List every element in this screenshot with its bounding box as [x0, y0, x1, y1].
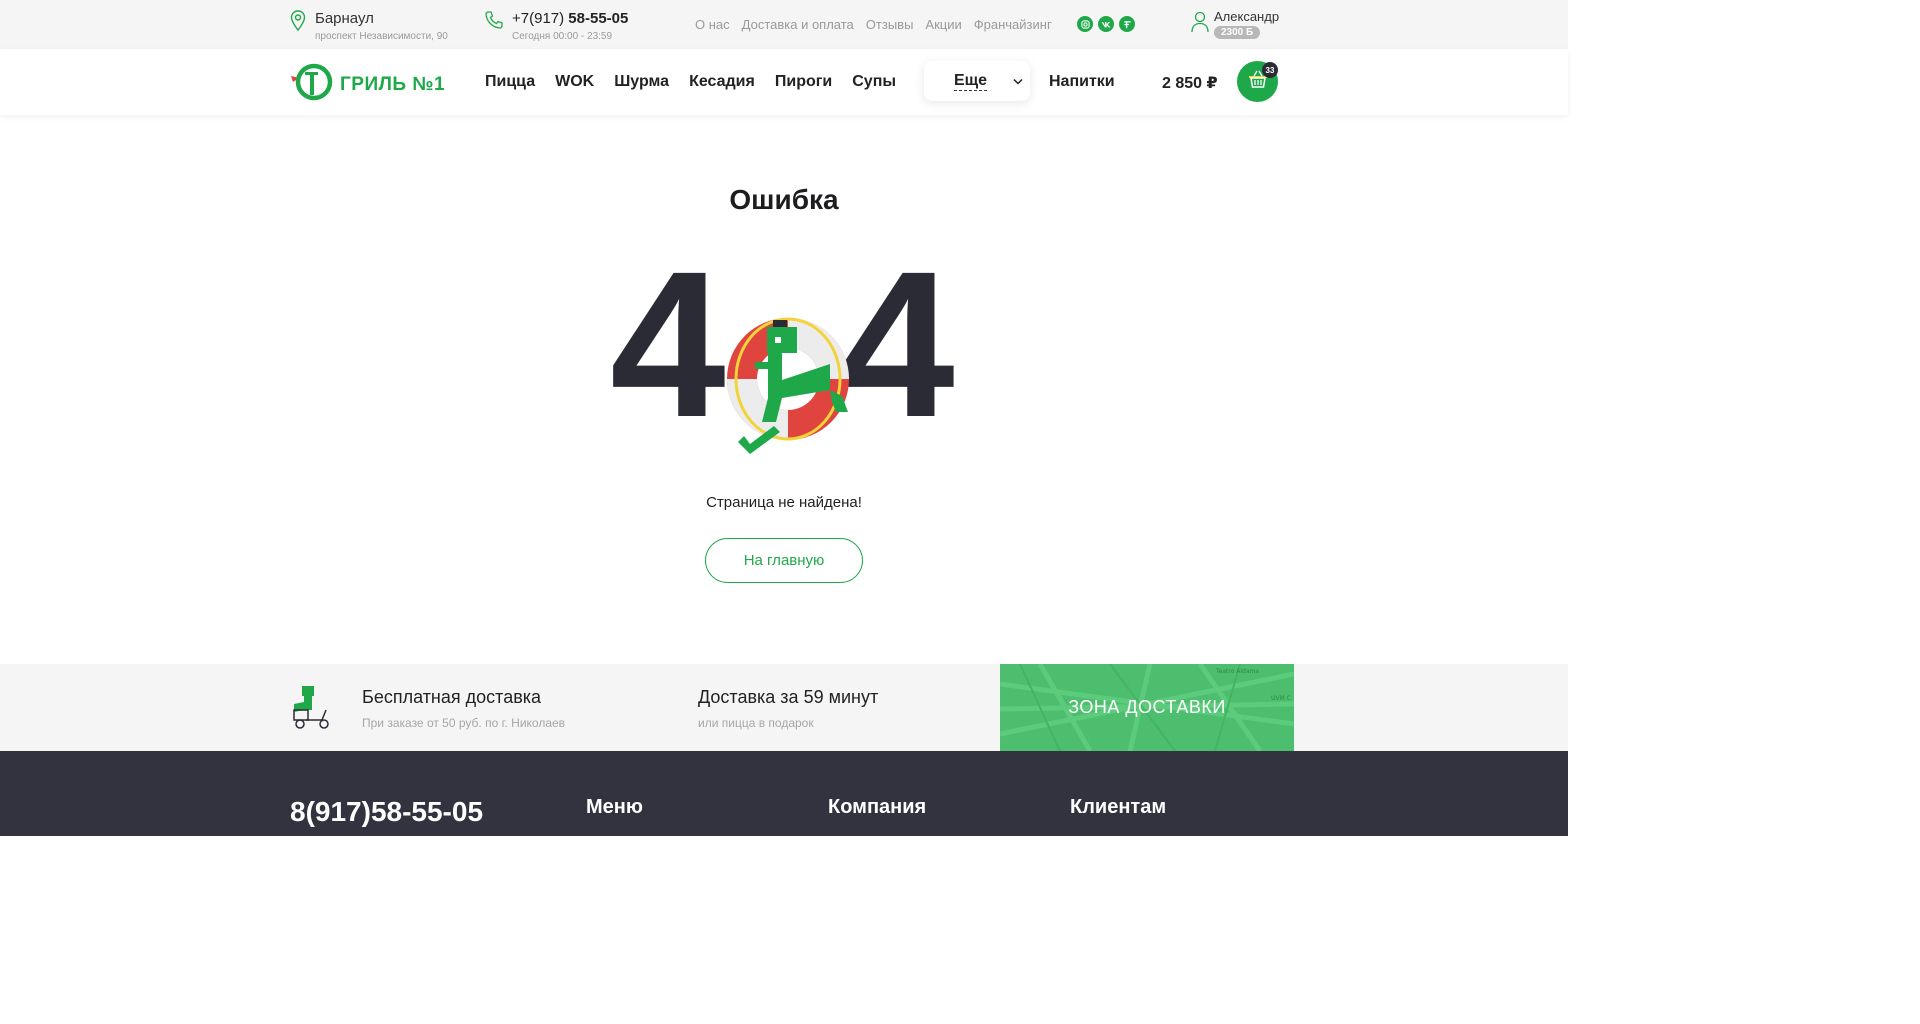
nav-delivery-payment[interactable]: Доставка и оплата — [742, 17, 854, 32]
nav-pies[interactable]: Пироги — [775, 73, 832, 91]
bonus-badge: 2300 Б — [1214, 26, 1261, 39]
vk-icon[interactable] — [1098, 16, 1114, 32]
phone-icon — [484, 10, 504, 42]
nav-reviews[interactable]: Отзывы — [866, 17, 914, 32]
footer-menu-heading: Меню — [586, 796, 643, 818]
delivery-zone-map-button[interactable]: Teatro Aldama UVM C ЗОНА ДОСТАВКИ — [1000, 664, 1294, 751]
cart-count-badge: 33 — [1262, 62, 1278, 78]
user-account[interactable]: Александр 2300 Б — [1190, 9, 1279, 39]
error-message: Страница не найдена! — [706, 494, 862, 511]
delivery-scooter-icon — [292, 684, 332, 735]
error-code-right: 4 — [839, 262, 955, 461]
free-delivery-info: Бесплатная доставка При заказе от 50 руб… — [362, 686, 565, 730]
city-selector[interactable]: Барнаул проспект Независимости, 90 — [290, 10, 448, 42]
home-button[interactable]: На главную — [705, 538, 863, 583]
footer-phone[interactable]: 8(917)58-55-05 — [290, 796, 483, 828]
social-links — [1077, 16, 1135, 32]
nav-shurma[interactable]: Шурма — [614, 73, 669, 91]
nav-about[interactable]: О нас — [695, 17, 730, 32]
logo[interactable]: ГРИЛЬ №1 — [290, 63, 445, 106]
main-navigation: Пицца WOK Шурма Кесадия Пироги Супы — [485, 73, 896, 91]
fast-delivery-info: Доставка за 59 минут или пицца в подарок — [698, 686, 878, 730]
phone-prefix: +7(917) — [512, 10, 565, 27]
logo-text: ГРИЛЬ №1 — [340, 73, 446, 95]
free-delivery-subtitle: При заказе от 50 руб. по г. Николаев — [362, 716, 566, 730]
instagram-icon[interactable] — [1077, 16, 1093, 32]
error-code-left: 4 — [610, 262, 726, 461]
logo-dino-icon — [290, 63, 334, 106]
location-pin-icon — [290, 10, 306, 42]
nav-soups[interactable]: Супы — [852, 73, 896, 91]
user-name[interactable]: Александр — [1214, 9, 1279, 25]
phone-main: 58-55-05 — [568, 10, 629, 27]
fast-delivery-title: Доставка за 59 минут — [698, 687, 879, 707]
error-404-illustration: 4 4 — [610, 229, 960, 477]
fast-delivery-subtitle: или пицца в подарок — [698, 716, 814, 730]
more-dropdown[interactable]: Еще — [924, 61, 1030, 101]
footer-company-heading: Компания — [828, 796, 927, 818]
nav-pizza[interactable]: Пицца — [485, 73, 535, 91]
free-delivery-title: Бесплатная доставка — [362, 687, 542, 707]
footer — [0, 751, 1568, 836]
top-phone[interactable]: +7(917) 58-55-05 Сегодня 00:00 - 23:59 — [484, 10, 628, 42]
city-name[interactable]: Барнаул — [315, 10, 448, 28]
nav-wok[interactable]: WOK — [555, 73, 594, 91]
delivery-zone-label: ЗОНА ДОСТАВКИ — [1068, 697, 1226, 717]
nav-promotions[interactable]: Акции — [925, 17, 961, 32]
chevron-down-icon — [1013, 72, 1023, 90]
working-hours: Сегодня 00:00 - 23:59 — [512, 31, 613, 42]
other-social-icon[interactable] — [1119, 16, 1135, 32]
nav-franchise[interactable]: Франчайзинг — [974, 17, 1052, 32]
nav-drinks[interactable]: Напитки — [1049, 73, 1115, 91]
page-title: Ошибка — [729, 184, 839, 215]
nav-quesadilla[interactable]: Кесадия — [689, 73, 755, 91]
user-icon — [1190, 9, 1210, 39]
top-navigation: О нас Доставка и оплата Отзывы Акции Фра… — [695, 17, 1052, 32]
footer-clients-heading: Клиентам — [1070, 796, 1167, 818]
more-label: Еще — [954, 71, 988, 91]
cart-total[interactable]: 2 850 ₽ — [1162, 73, 1218, 93]
phone-number[interactable]: +7(917) 58-55-05 — [512, 10, 628, 28]
city-address: проспект Независимости, 90 — [315, 31, 448, 42]
